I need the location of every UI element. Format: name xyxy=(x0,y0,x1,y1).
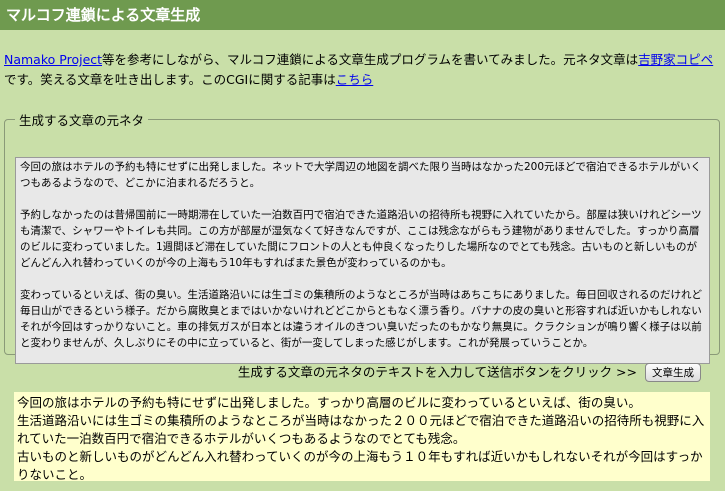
source-text-legend: 生成する文章の元ネタ xyxy=(19,113,145,128)
generated-text-output: 今回の旅はホテルの予約も特にせずに出発しました。すっかり高層のビルに変わっている… xyxy=(14,392,710,481)
source-copypasta-link[interactable]: 吉野家コピペ xyxy=(638,52,713,67)
generate-button[interactable]: 文章生成 xyxy=(645,363,701,382)
intro-text-2: です。笑える文章を吐き出します。このCGIに関する記事は xyxy=(4,72,336,87)
source-text-fieldset: 生成する文章の元ネタ 今回の旅はホテルの予約も特にせずに出発しました。ネットで大… xyxy=(4,110,720,364)
intro-paragraph: Namako Project等を参考にしながら、マルコフ連鎖による文章生成プログ… xyxy=(4,50,720,90)
output-line: 生活道路沿いには生ゴミの集積所のようなところが当時はなかった２００元ほどで宿泊で… xyxy=(17,413,705,446)
submit-instruction: 生成する文章の元ネタのテキストを入力して送信ボタンをクリック >> xyxy=(237,364,638,380)
article-link[interactable]: こちら xyxy=(336,72,374,87)
page-title: マルコフ連鎖による文章生成 xyxy=(0,0,725,30)
source-text-input[interactable]: 今回の旅はホテルの予約も特にせずに出発しました。ネットで大学周辺の地図を調べた限… xyxy=(15,157,710,364)
output-line: 今回の旅はホテルの予約も特にせずに出発しました。すっかり高層のビルに変わっている… xyxy=(17,395,641,410)
output-line: 古いものと新しいものがどんどん入れ替わっていくのが今の上海もう１０年もすれば近い… xyxy=(17,449,703,481)
submit-row: 生成する文章の元ネタのテキストを入力して送信ボタンをクリック >> 文章生成 xyxy=(4,362,701,383)
namako-project-link[interactable]: Namako Project xyxy=(4,52,102,67)
intro-text-1: 等を参考にしながら、マルコフ連鎖による文章生成プログラムを書いてみました。元ネタ… xyxy=(102,52,639,67)
